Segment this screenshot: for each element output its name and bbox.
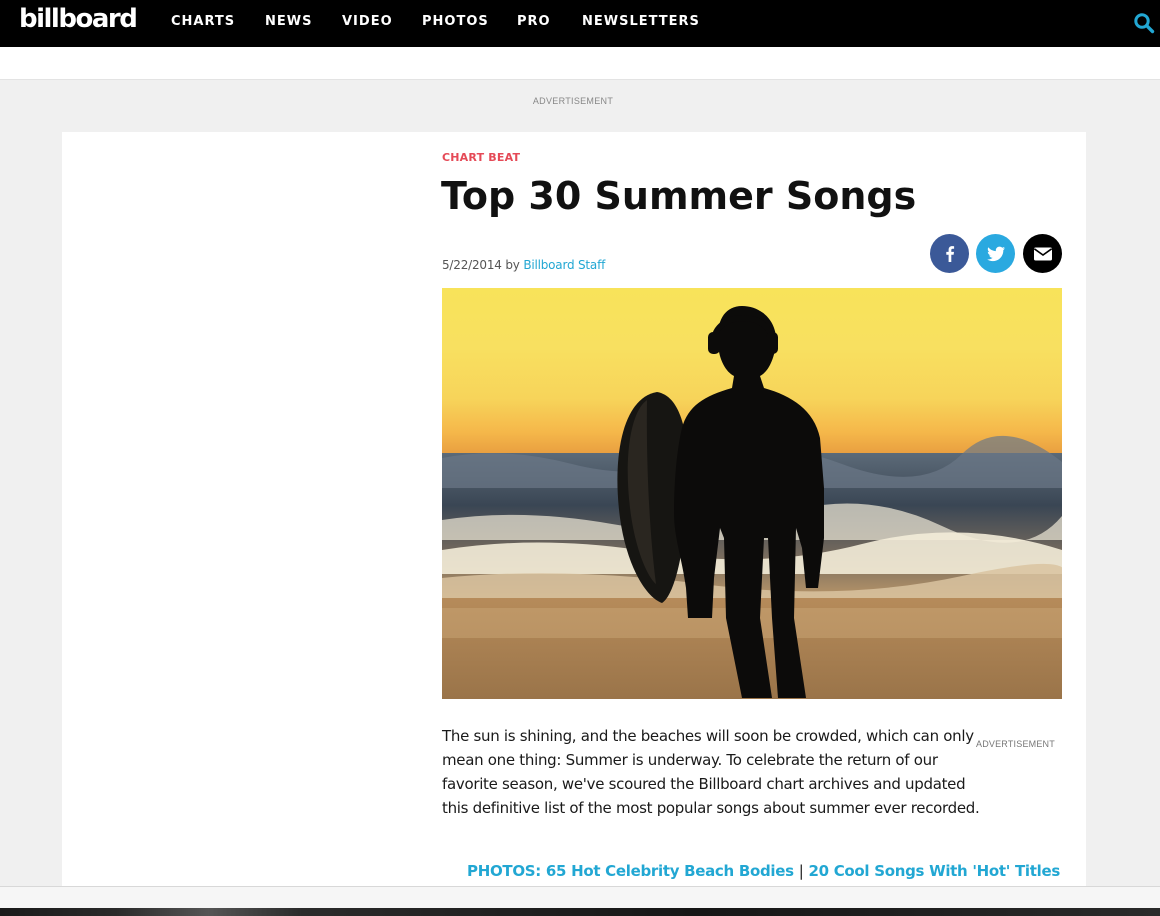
nav-photos[interactable]: PHOTOS [422,14,489,30]
author-link[interactable]: Billboard Staff [523,258,605,272]
article-body: The sun is shining, and the beaches will… [442,727,980,817]
article-hero-image [442,288,1062,699]
sub-navigation-bar [0,47,1160,80]
nav-newsletters[interactable]: NEWSLETTERS [582,14,700,30]
nav-video[interactable]: VIDEO [342,14,393,30]
related-separator: | [798,862,804,880]
byline-by: by [505,258,520,272]
nav-news[interactable]: NEWS [265,14,312,30]
search-button[interactable] [1133,12,1155,34]
share-twitter-button[interactable] [976,234,1015,273]
sidebar-advertisement-label: ADVERTISEMENT [976,739,1055,749]
related-link-hot-titles[interactable]: 20 Cool Songs With 'Hot' Titles [809,862,1061,880]
article-title: Top 30 Summer Songs [441,174,917,218]
billboard-logo[interactable]: billboard [19,4,138,34]
share-facebook-button[interactable] [930,234,969,273]
facebook-icon [945,245,954,262]
advertisement-label: ADVERTISEMENT [532,96,614,106]
article-category[interactable]: CHART BEAT [442,151,520,164]
related-links: PHOTOS: 65 Hot Celebrity Beach Bodies | 20… [467,860,1067,882]
nav-charts[interactable]: CHARTS [171,14,235,30]
article-date: 5/22/2014 [442,258,502,272]
search-icon [1134,13,1155,34]
bottom-video-strip [0,908,1160,916]
article-byline: 5/22/2014 by Billboard Staff [442,258,605,272]
bottom-toolbar [0,886,1160,908]
share-email-button[interactable] [1023,234,1062,273]
surfer-sunset-photo [442,288,1062,699]
nav-pro[interactable]: PRO [517,14,551,30]
related-link-beach-bodies[interactable]: PHOTOS: 65 Hot Celebrity Beach Bodies [467,862,794,880]
top-navigation: billboard CHARTS NEWS VIDEO PHOTOS PRO N… [0,0,1160,47]
email-icon [1033,247,1052,260]
twitter-icon [986,246,1005,261]
